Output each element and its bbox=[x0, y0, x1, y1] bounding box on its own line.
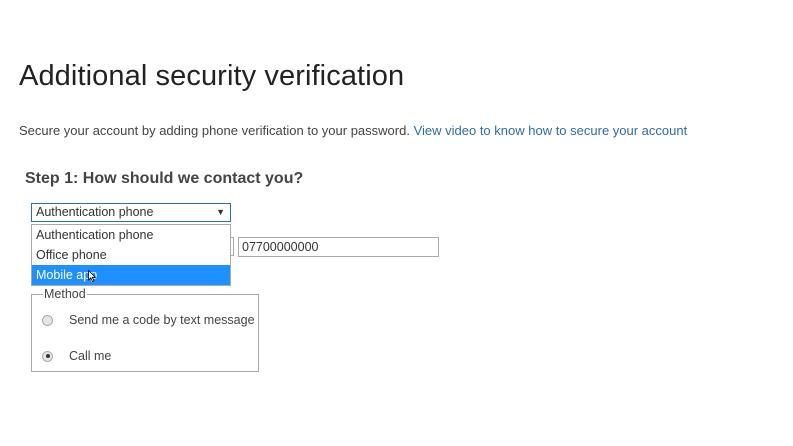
triangle-down-icon: ▼ bbox=[216, 207, 225, 217]
phone-number-input[interactable] bbox=[238, 237, 439, 257]
method-option-text[interactable]: Send me a code by text message bbox=[42, 313, 255, 327]
dropdown-option-authentication-phone[interactable]: Authentication phone bbox=[32, 225, 230, 245]
page-subtitle: Secure your account by adding phone veri… bbox=[19, 123, 687, 138]
radio-call-me[interactable] bbox=[42, 350, 53, 362]
video-link[interactable]: View video to know how to secure your ac… bbox=[414, 123, 688, 138]
contact-method-select[interactable]: Authentication phone ▼ bbox=[31, 203, 231, 222]
mouse-cursor-icon bbox=[88, 270, 96, 282]
contact-method-select-value: Authentication phone bbox=[36, 205, 154, 219]
page-title: Additional security verification bbox=[19, 60, 405, 92]
contact-method-dropdown: Authentication phone Office phone Mobile… bbox=[31, 224, 231, 286]
radio-label-call-me: Call me bbox=[69, 349, 112, 363]
radio-text-message[interactable] bbox=[42, 314, 53, 326]
radio-label-text-message: Send me a code by text message bbox=[69, 313, 255, 327]
method-legend: Method bbox=[43, 287, 87, 301]
step1-heading: Step 1: How should we contact you? bbox=[25, 170, 304, 187]
method-option-call[interactable]: Call me bbox=[42, 349, 111, 363]
dropdown-option-office-phone[interactable]: Office phone bbox=[32, 245, 230, 265]
subtitle-text: Secure your account by adding phone veri… bbox=[19, 123, 410, 138]
dropdown-option-mobile-app[interactable]: Mobile app bbox=[32, 265, 230, 285]
